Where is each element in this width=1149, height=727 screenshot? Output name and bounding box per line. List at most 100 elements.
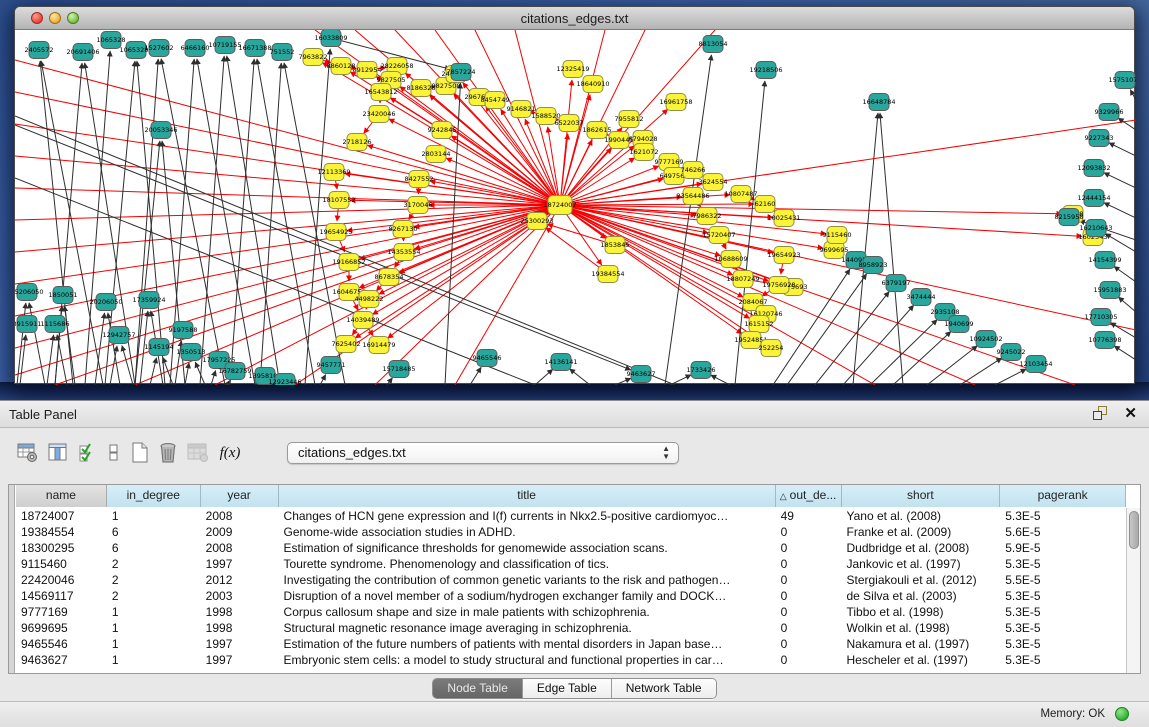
table-cell-year[interactable]: 2008 (201, 508, 279, 524)
table-cell-name[interactable]: 9699695 (16, 620, 107, 636)
table-cell-out_degree[interactable]: 0 (776, 572, 842, 588)
column-visibility-icon[interactable] (46, 441, 70, 465)
column-header-out_degree[interactable]: △out_de... (776, 485, 842, 507)
vertical-scrollbar[interactable] (1126, 508, 1140, 673)
table-row[interactable]: 977716911998Corpus callosum shape and si… (16, 604, 1126, 620)
table-cell-in_degree[interactable]: 1 (107, 636, 201, 652)
table-cell-short[interactable]: Stergiakouli et al. (2012) (842, 572, 1001, 588)
close-panel-icon[interactable]: ✕ (1124, 404, 1137, 422)
table-cell-out_degree[interactable]: 0 (776, 588, 842, 604)
table-cell-out_degree[interactable]: 0 (776, 636, 842, 652)
table-cell-title[interactable]: Corpus callosum shape and size in male p… (279, 604, 776, 620)
table-cell-out_degree[interactable]: 0 (776, 620, 842, 636)
table-row[interactable]: 2242004622012Investigating the contribut… (16, 572, 1126, 588)
table-row[interactable]: 1456911722003Disruption of a novel membe… (16, 588, 1126, 604)
table-options-icon[interactable] (15, 441, 39, 465)
table-cell-title[interactable]: Tourette syndrome. Phenomenology and cla… (279, 556, 776, 572)
tab-edge-table[interactable]: Edge Table (523, 679, 612, 698)
select-all-icon[interactable] (76, 441, 100, 465)
column-header-title[interactable]: title (279, 485, 776, 507)
table-cell-short[interactable]: de Silva et al. (2003) (842, 588, 1001, 604)
table-cell-short[interactable]: Jankovic et al. (1997) (842, 556, 1001, 572)
table-cell-pagerank[interactable]: 5.3E-5 (1000, 652, 1126, 668)
table-cell-title[interactable]: Genome-wide association studies in ADHD. (279, 524, 776, 540)
table-cell-name[interactable]: 9115460 (16, 556, 107, 572)
table-cell-title[interactable]: Estimation of the future numbers of pati… (279, 636, 776, 652)
table-cell-short[interactable]: Hescheler et al. (1997) (842, 652, 1001, 668)
row-options-icon[interactable] (102, 441, 126, 465)
table-cell-title[interactable]: Changes of HCN gene expression and I(f) … (279, 508, 776, 524)
table-row[interactable]: 969969511998Structural magnetic resonanc… (16, 620, 1126, 636)
table-cell-name[interactable]: 19384554 (16, 524, 107, 540)
column-header-year[interactable]: year (201, 485, 279, 507)
table-cell-year[interactable]: 2003 (201, 588, 279, 604)
table-cell-year[interactable]: 2008 (201, 540, 279, 556)
table-cell-pagerank[interactable]: 5.3E-5 (1000, 556, 1126, 572)
table-cell-title[interactable]: Estimation of significance thresholds fo… (279, 540, 776, 556)
table-cell-year[interactable]: 2009 (201, 524, 279, 540)
tab-node-table[interactable]: Node Table (433, 679, 523, 698)
table-cell-name[interactable]: 22420046 (16, 572, 107, 588)
column-header-pagerank[interactable]: pagerank (1000, 485, 1126, 507)
delete-trash-icon[interactable] (156, 441, 180, 465)
table-cell-title[interactable]: Embryonic stem cells: a model to study s… (279, 652, 776, 668)
table-row[interactable]: 1938455462009Genome-wide association stu… (16, 524, 1126, 540)
table-cell-pagerank[interactable]: 5.3E-5 (1000, 508, 1126, 524)
window-titlebar[interactable]: citations_edges.txt (15, 7, 1134, 30)
table-cell-year[interactable]: 1997 (201, 652, 279, 668)
table-cell-year[interactable]: 1998 (201, 620, 279, 636)
table-cell-pagerank[interactable]: 5.9E-5 (1000, 540, 1126, 556)
table-cell-pagerank[interactable]: 5.3E-5 (1000, 604, 1126, 620)
table-cell-in_degree[interactable]: 2 (107, 588, 201, 604)
table-select-dropdown[interactable]: citations_edges.txt ▲▼ (287, 442, 679, 464)
table-cell-in_degree[interactable]: 1 (107, 652, 201, 668)
table-cell-short[interactable]: Yano et al. (2008) (842, 508, 1001, 524)
table-row[interactable]: 1872400712008Changes of HCN gene express… (16, 508, 1126, 524)
table-cell-name[interactable]: 18300295 (16, 540, 107, 556)
column-header-short[interactable]: short (842, 485, 1001, 507)
table-cell-year[interactable]: 1997 (201, 636, 279, 652)
table-cell-out_degree[interactable]: 0 (776, 540, 842, 556)
table-cell-name[interactable]: 9463627 (16, 652, 107, 668)
table-cell-out_degree[interactable]: 0 (776, 604, 842, 620)
table-cell-out_degree[interactable]: 0 (776, 652, 842, 668)
table-cell-title[interactable]: Investigating the contribution of common… (279, 572, 776, 588)
table-cell-in_degree[interactable]: 1 (107, 620, 201, 636)
table-cell-pagerank[interactable]: 5.6E-5 (1000, 524, 1126, 540)
float-panel-icon[interactable] (1093, 406, 1109, 421)
table-cell-short[interactable]: Nakamura et al. (1997) (842, 636, 1001, 652)
table-cell-in_degree[interactable]: 6 (107, 524, 201, 540)
table-cell-out_degree[interactable]: 0 (776, 556, 842, 572)
table-cell-pagerank[interactable]: 5.3E-5 (1000, 636, 1126, 652)
table-cell-in_degree[interactable]: 6 (107, 540, 201, 556)
new-file-icon[interactable] (128, 441, 152, 465)
table-cell-year[interactable]: 2012 (201, 572, 279, 588)
table-row[interactable]: 911546021997Tourette syndrome. Phenomeno… (16, 556, 1126, 572)
table-cell-pagerank[interactable]: 5.3E-5 (1000, 588, 1126, 604)
table-cell-out_degree[interactable]: 0 (776, 524, 842, 540)
table-cell-short[interactable]: Tibbo et al. (1998) (842, 604, 1001, 620)
table-cell-name[interactable]: 14569117 (16, 588, 107, 604)
table-cell-short[interactable]: Franke et al. (2009) (842, 524, 1001, 540)
table-cell-in_degree[interactable]: 2 (107, 556, 201, 572)
table-cell-title[interactable]: Structural magnetic resonance image aver… (279, 620, 776, 636)
table-cell-pagerank[interactable]: 5.5E-5 (1000, 572, 1126, 588)
table-cell-out_degree[interactable]: 49 (776, 508, 842, 524)
table-cell-title[interactable]: Disruption of a novel member of a sodium… (279, 588, 776, 604)
table-cell-in_degree[interactable]: 1 (107, 604, 201, 620)
table-row[interactable]: 1830029562008Estimation of significance … (16, 540, 1126, 556)
table-cell-year[interactable]: 1998 (201, 604, 279, 620)
scrollbar-thumb[interactable] (1129, 511, 1139, 549)
table-cell-short[interactable]: Dudbridge et al. (2008) (842, 540, 1001, 556)
table-cell-in_degree[interactable]: 1 (107, 508, 201, 524)
function-builder-icon[interactable]: f(x) (218, 441, 242, 465)
table-row[interactable]: 946362711997Embryonic stem cells: a mode… (16, 652, 1126, 668)
table-row[interactable]: 946554611997Estimation of the future num… (16, 636, 1126, 652)
network-canvas[interactable]: 1872400712113369181075521965492519166852… (15, 30, 1136, 385)
table-cell-name[interactable]: 18724007 (16, 508, 107, 524)
table-cell-year[interactable]: 1997 (201, 556, 279, 572)
table-cell-name[interactable]: 9465546 (16, 636, 107, 652)
tab-network-table[interactable]: Network Table (612, 679, 716, 698)
column-header-name[interactable]: name (16, 485, 107, 507)
table-cell-in_degree[interactable]: 2 (107, 572, 201, 588)
